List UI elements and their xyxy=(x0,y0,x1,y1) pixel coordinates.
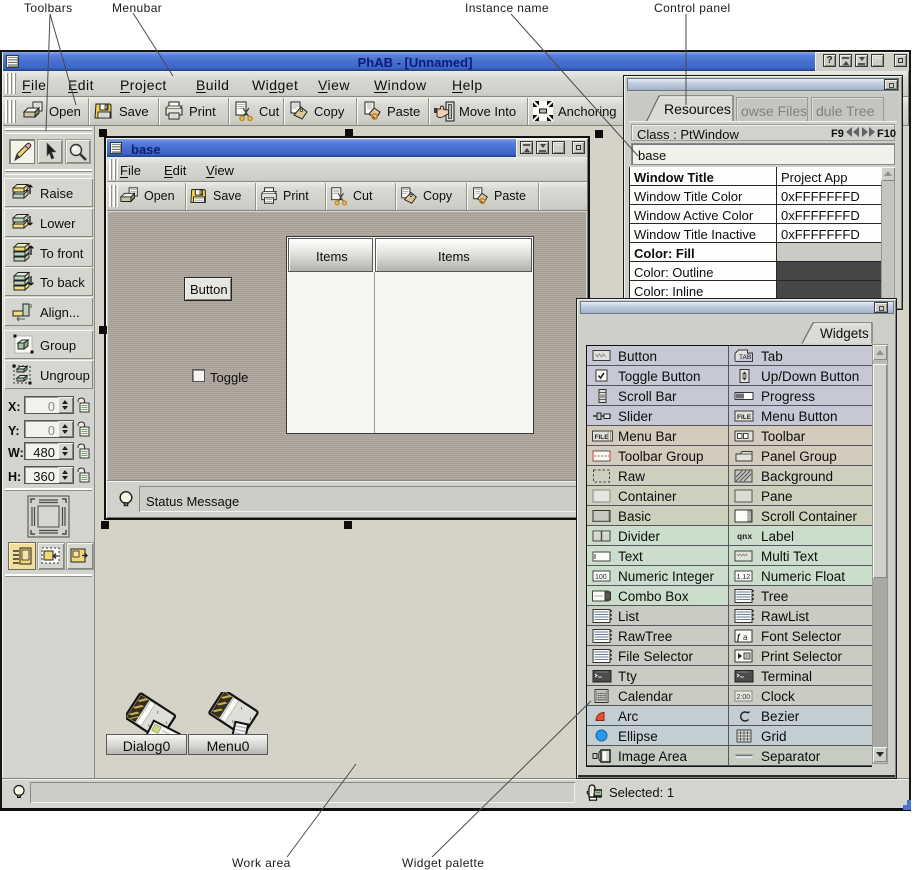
svg-text:2:00: 2:00 xyxy=(737,694,751,701)
svg-text:a: a xyxy=(743,633,748,642)
svg-text:FILE: FILE xyxy=(737,414,752,421)
svg-text:TAB: TAB xyxy=(739,354,751,361)
svg-text:FILE: FILE xyxy=(595,434,610,441)
svg-text:qnx: qnx xyxy=(737,532,752,542)
svg-text:f: f xyxy=(737,632,741,642)
svg-text:1.12: 1.12 xyxy=(737,574,751,581)
svg-text:100: 100 xyxy=(595,574,607,581)
